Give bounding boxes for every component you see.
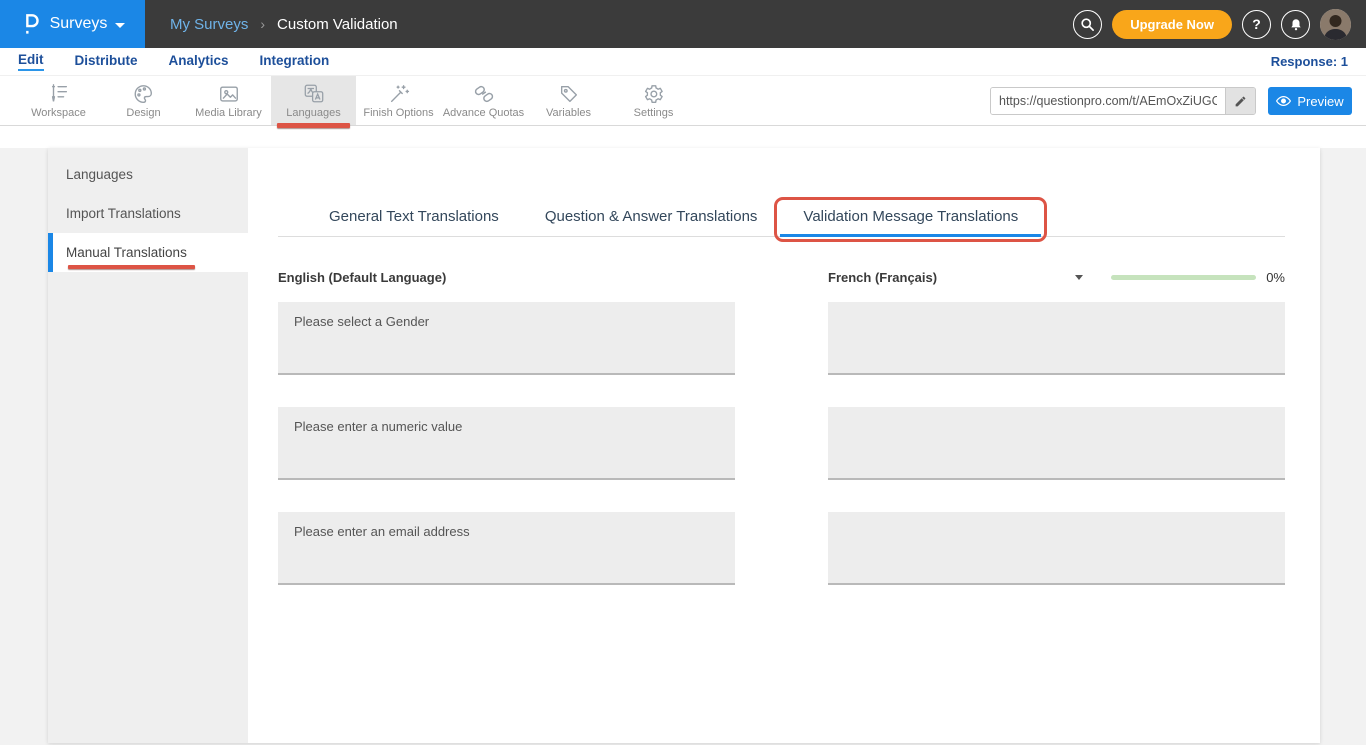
survey-url-group — [990, 87, 1256, 115]
finish-options-icon — [387, 83, 411, 105]
source-text-field[interactable]: Please enter a numeric value — [278, 407, 735, 480]
source-language-label: English (Default Language) — [278, 270, 446, 285]
toolbar-item-label: Media Library — [195, 107, 262, 119]
notifications-button[interactable] — [1281, 10, 1310, 39]
toolbar-item-label: Advance Quotas — [443, 107, 524, 119]
translation-progress-bar — [1111, 275, 1256, 280]
eye-icon — [1276, 95, 1291, 107]
page-background: Languages Import Translations Manual Tra… — [0, 148, 1366, 745]
survey-section-nav: Edit Distribute Analytics Integration Re… — [0, 48, 1366, 76]
target-text-field[interactable] — [828, 512, 1285, 585]
translation-progress-percent: 0% — [1266, 270, 1285, 285]
toolbar-item-label: Workspace — [31, 107, 86, 119]
bell-icon — [1289, 17, 1303, 32]
survey-url-input[interactable] — [991, 88, 1225, 114]
toolbar-item-label: Settings — [634, 107, 674, 119]
design-icon — [132, 83, 155, 105]
sidebar-item-label: Import Translations — [66, 206, 181, 221]
source-text-field[interactable]: Please enter an email address — [278, 512, 735, 585]
workspace-icon — [47, 83, 71, 105]
upgrade-now-button[interactable]: Upgrade Now — [1112, 10, 1232, 39]
tab-label: Validation Message Translations — [803, 208, 1018, 225]
translation-row: Please select a Gender — [278, 302, 1285, 375]
toolbar-item-label: Design — [126, 107, 160, 119]
translation-row: Please enter an email address — [278, 512, 1285, 585]
annotation-underline-manual-translations — [68, 265, 195, 269]
annotation-underline-languages — [277, 123, 350, 128]
breadcrumb-my-surveys[interactable]: My Surveys — [170, 16, 248, 33]
toolbar-item-label: Variables — [546, 107, 591, 119]
sidebar-item-label: Languages — [66, 167, 133, 182]
settings-icon — [642, 83, 665, 105]
advance-quotas-icon — [472, 83, 496, 105]
toolbar-item-label: Languages — [286, 107, 340, 119]
toolbar-item-settings[interactable]: Settings — [611, 76, 696, 125]
preview-label: Preview — [1297, 94, 1343, 109]
surveys-product-menu[interactable]: Surveys — [0, 0, 145, 48]
toolbar-item-workspace[interactable]: Workspace — [16, 76, 101, 125]
translation-tabs: General Text Translations Question & Ans… — [278, 199, 1285, 237]
target-language-select[interactable]: French (Français) — [828, 270, 1083, 285]
translations-card: Languages Import Translations Manual Tra… — [48, 148, 1320, 743]
tab-validation-message-translations[interactable]: Validation Message Translations — [780, 199, 1041, 236]
preview-button[interactable]: Preview — [1268, 87, 1352, 115]
toolbar-item-advance-quotas[interactable]: Advance Quotas — [441, 76, 526, 125]
source-language-column-header: English (Default Language) — [278, 270, 735, 285]
questionpro-logo-icon — [20, 12, 42, 36]
response-count: Response: 1 — [1271, 54, 1348, 69]
breadcrumb-separator-icon: › — [260, 16, 265, 32]
sidebar-item-import-translations[interactable]: Import Translations — [48, 194, 248, 233]
sidebar-item-languages[interactable]: Languages — [48, 155, 248, 194]
breadcrumb-current-survey: Custom Validation — [277, 16, 398, 33]
avatar[interactable] — [1320, 9, 1351, 40]
target-language-selected: French (Français) — [828, 270, 937, 285]
chevron-down-icon — [115, 23, 125, 28]
edit-url-button[interactable] — [1225, 88, 1255, 114]
pencil-icon — [1234, 95, 1247, 108]
toolbar-item-media-library[interactable]: Media Library — [186, 76, 271, 125]
header-actions: Upgrade Now ? — [1073, 9, 1366, 40]
language-columns-header: English (Default Language) French (Franç… — [278, 270, 1285, 285]
translations-sidebar: Languages Import Translations Manual Tra… — [48, 148, 248, 743]
product-name: Surveys — [50, 15, 108, 33]
toolbar-item-design[interactable]: Design — [101, 76, 186, 125]
tab-distribute[interactable]: Distribute — [75, 53, 138, 70]
top-header: Surveys My Surveys › Custom Validation U… — [0, 0, 1366, 48]
target-language-column-header: French (Français) 0% — [828, 270, 1285, 285]
languages-icon — [302, 83, 326, 105]
tab-integration[interactable]: Integration — [260, 53, 330, 70]
target-text-field[interactable] — [828, 302, 1285, 375]
toolbar-item-finish-options[interactable]: Finish Options — [356, 76, 441, 125]
question-mark-icon: ? — [1252, 16, 1261, 32]
toolbar-item-label: Finish Options — [363, 107, 433, 119]
sidebar-item-label: Manual Translations — [66, 245, 187, 260]
media-library-icon — [217, 83, 241, 105]
toolbar-item-languages[interactable]: Languages — [271, 76, 356, 125]
sidebar-item-manual-translations[interactable]: Manual Translations — [48, 233, 248, 272]
help-button[interactable]: ? — [1242, 10, 1271, 39]
tab-edit[interactable]: Edit — [18, 52, 44, 71]
toolbar-right-actions: Preview — [990, 87, 1352, 115]
translations-content: General Text Translations Question & Ans… — [248, 148, 1320, 743]
edit-toolbar: Workspace Design Media Library — [0, 76, 1366, 126]
search-icon — [1080, 17, 1095, 32]
variables-icon — [557, 83, 581, 105]
target-text-field[interactable] — [828, 407, 1285, 480]
toolbar-item-variables[interactable]: Variables — [526, 76, 611, 125]
chevron-down-icon — [1075, 275, 1083, 280]
translation-row: Please enter a numeric value — [278, 407, 1285, 480]
tab-general-text-translations[interactable]: General Text Translations — [306, 199, 522, 236]
breadcrumb: My Surveys › Custom Validation — [170, 16, 398, 33]
search-button[interactable] — [1073, 10, 1102, 39]
tab-analytics[interactable]: Analytics — [169, 53, 229, 70]
source-text-field[interactable]: Please select a Gender — [278, 302, 735, 375]
tab-question-answer-translations[interactable]: Question & Answer Translations — [522, 199, 781, 236]
